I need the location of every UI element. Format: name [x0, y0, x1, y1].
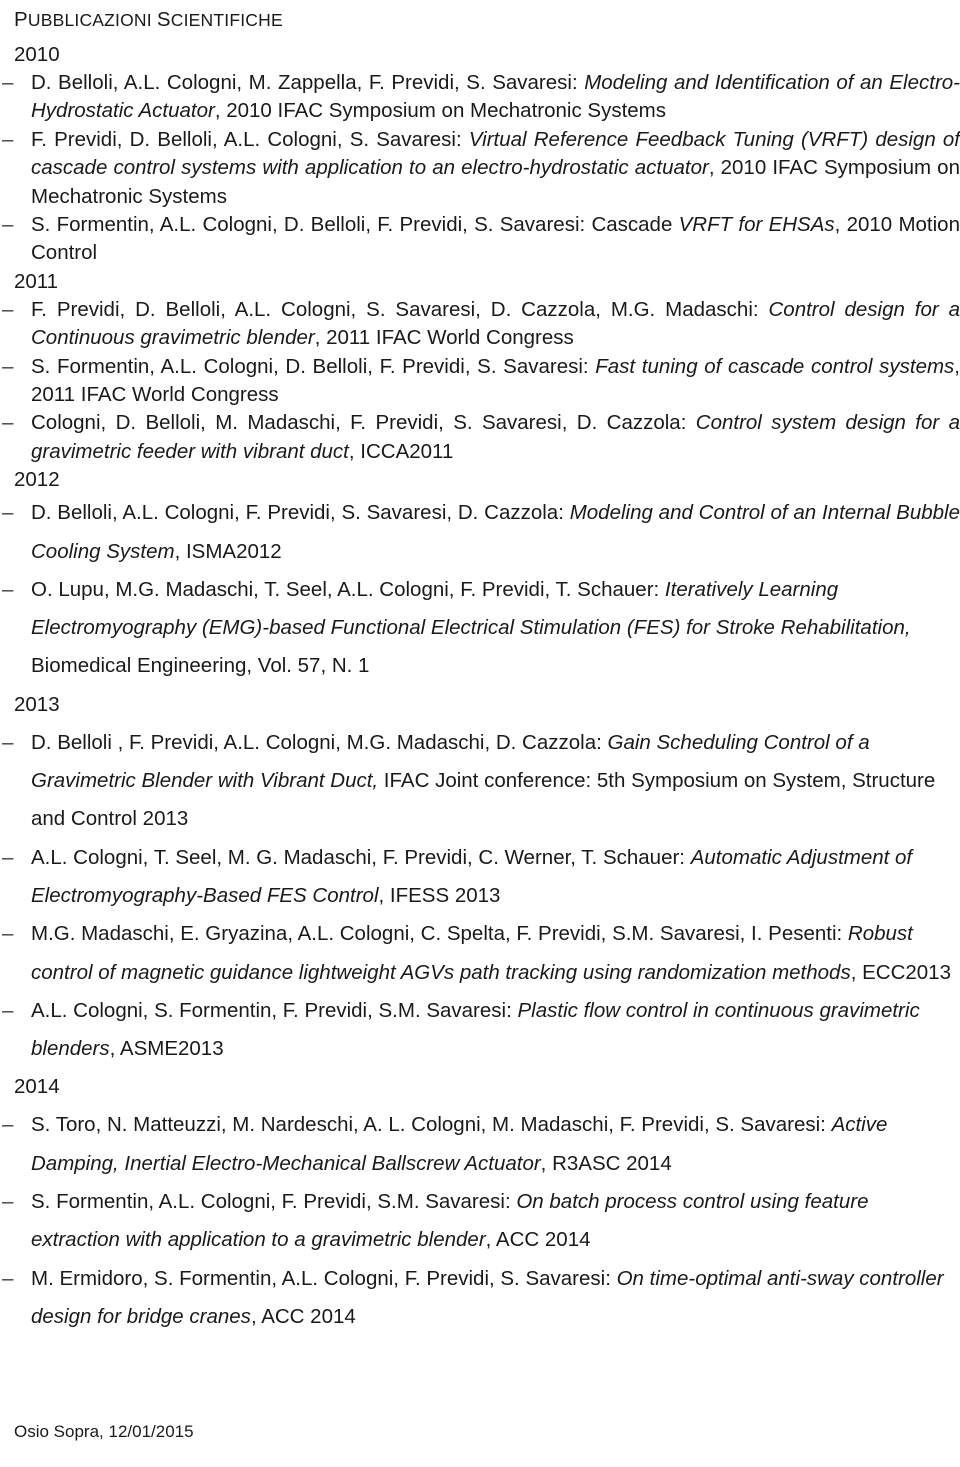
title-cap-s: S — [156, 8, 171, 31]
bullet-dash-icon: – — [2, 411, 14, 435]
publication-entry: – D. Belloli , F. Previdi, A.L. Cologni,… — [2, 724, 960, 839]
year-heading-2013: 2013 — [14, 692, 60, 716]
publication-entry: – A.L. Cologni, S. Formentin, F. Previdi… — [2, 992, 960, 1069]
publication-entry: – O. Lupu, M.G. Madaschi, T. Seel, A.L. … — [2, 571, 960, 686]
entry-authors: Cologni, D. Belloli, M. Madaschi, F. Pre… — [31, 411, 696, 435]
publication-entry: – S. Toro, N. Matteuzzi, M. Nardeschi, A… — [2, 1106, 960, 1183]
entry-authors: M. Ermidoro, S. Formentin, A.L. Cologni,… — [31, 1266, 617, 1290]
publication-entry: – M.G. Madaschi, E. Gryazina, A.L. Colog… — [2, 915, 960, 992]
bullet-dash-icon: – — [2, 998, 14, 1022]
entry-title: VRFT for EHSAs — [678, 213, 835, 237]
page-title: PUBBLICAZIONI SCIENTIFICHE — [14, 9, 960, 31]
bullet-dash-icon: – — [2, 1190, 14, 1214]
title-rest-2: CIENTIFICHE — [170, 10, 283, 30]
entry-authors: F. Previdi, D. Belloli, A.L. Cologni, S.… — [31, 297, 769, 321]
publication-entry: – S. Formentin, A.L. Cologni, D. Belloli… — [2, 353, 960, 410]
year-heading-2011: 2011 — [14, 269, 59, 293]
bullet-dash-icon: – — [2, 297, 14, 321]
footer-location-date: Osio Sopra, 12/01/2015 — [14, 1422, 194, 1441]
publication-entry: – S. Formentin, A.L. Cologni, D. Belloli… — [2, 211, 960, 268]
entry-venue: , ACC 2014 — [250, 1304, 356, 1328]
entry-authors: D. Belloli, A.L. Cologni, F. Previdi, S.… — [31, 501, 570, 525]
entry-authors: S. Formentin, A.L. Cologni, D. Belloli, … — [31, 213, 679, 237]
entry-authors: A.L. Cologni, T. Seel, M. G. Madaschi, F… — [31, 845, 691, 869]
publication-entry: – A.L. Cologni, T. Seel, M. G. Madaschi,… — [2, 839, 960, 916]
entry-authors: D. Belloli, A.L. Cologni, M. Zappella, F… — [31, 71, 585, 94]
entry-title: Fast tuning of cascade control systems — [595, 354, 955, 378]
bullet-dash-icon: – — [2, 501, 14, 525]
entry-authors: F. Previdi, D. Belloli, A.L. Cologni, S.… — [31, 127, 469, 151]
entry-venue: , ASME2013 — [109, 1037, 224, 1061]
year-heading-2010: 2010 — [14, 43, 60, 66]
bullet-dash-icon: – — [2, 71, 14, 94]
bullet-dash-icon: – — [2, 213, 14, 237]
title-cap-p: P — [14, 8, 28, 31]
title-rest-1: UBBLICAZIONI — [27, 10, 157, 30]
publication-entry: – D. Belloli, A.L. Cologni, F. Previdi, … — [2, 494, 960, 571]
entry-venue: , ACC 2014 — [485, 1228, 591, 1252]
entry-venue: , 2010 IFAC Symposium on Mechatronic Sys… — [214, 99, 666, 123]
bullet-dash-icon: – — [2, 845, 14, 869]
entry-authors: D. Belloli , F. Previdi, A.L. Cologni, M… — [31, 730, 608, 754]
entry-venue: , 2011 IFAC World Congress — [314, 326, 574, 350]
bullet-dash-icon: – — [2, 1266, 14, 1290]
publication-entry: – Cologni, D. Belloli, M. Madaschi, F. P… — [2, 409, 960, 466]
entry-venue: , IFESS 2013 — [378, 883, 501, 907]
entry-authors: S. Formentin, A.L. Cologni, D. Belloli, … — [31, 354, 596, 378]
bullet-dash-icon: – — [2, 922, 14, 946]
entry-venue: , R3ASC 2014 — [540, 1151, 672, 1175]
year-heading-2012: 2012 — [14, 468, 60, 492]
publication-entry: – F. Previdi, D. Belloli, A.L. Cologni, … — [2, 126, 960, 211]
entry-authors: M.G. Madaschi, E. Gryazina, A.L. Cologni… — [31, 922, 848, 946]
year-heading-2014: 2014 — [14, 1075, 60, 1099]
publication-entry: – S. Formentin, A.L. Cologni, F. Previdi… — [2, 1183, 960, 1260]
entry-authors: A.L. Cologni, S. Formentin, F. Previdi, … — [31, 998, 518, 1022]
bullet-dash-icon: – — [2, 127, 14, 151]
entry-authors: O. Lupu, M.G. Madaschi, T. Seel, A.L. Co… — [31, 577, 665, 601]
entry-authors: S. Formentin, A.L. Cologni, F. Previdi, … — [31, 1190, 517, 1214]
bullet-dash-icon: – — [2, 354, 14, 378]
bullet-dash-icon: – — [2, 1113, 14, 1137]
entry-venue: , ECC2013 — [850, 960, 951, 984]
entry-venue: , ISMA2012 — [174, 539, 282, 563]
publication-entry: – D. Belloli, A.L. Cologni, M. Zappella,… — [2, 69, 960, 126]
document-page: PUBBLICAZIONI SCIENTIFICHE 2010 – D. Bel… — [0, 0, 960, 1467]
entry-venue: Biomedical Engineering, Vol. 57, N. 1 — [31, 654, 370, 678]
entry-venue: , ICCA2011 — [348, 439, 454, 463]
publication-entry: – M. Ermidoro, S. Formentin, A.L. Cologn… — [2, 1260, 960, 1337]
bullet-dash-icon: – — [2, 577, 14, 601]
bullet-dash-icon: – — [2, 730, 14, 754]
entry-authors: S. Toro, N. Matteuzzi, M. Nardeschi, A. … — [31, 1113, 832, 1137]
publication-entry: – F. Previdi, D. Belloli, A.L. Cologni, … — [2, 296, 960, 353]
